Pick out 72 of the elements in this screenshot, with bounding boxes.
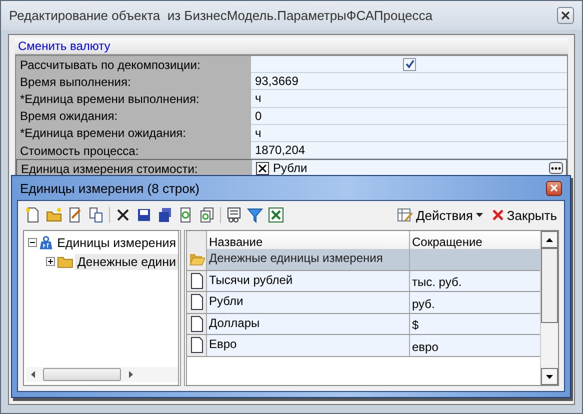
table-cell: Тысячи рублей [207,270,410,291]
ellipsis-icon [551,166,561,170]
row-header[interactable] [187,270,207,291]
clear-icon[interactable] [256,162,269,175]
document-icon [190,337,202,354]
horizontal-scrollbar[interactable] [26,367,178,382]
property-value[interactable]: ч [255,126,262,140]
property-value[interactable]: 0 [255,108,262,123]
tree-item[interactable]: Единицы измерения [55,234,178,250]
column-header[interactable]: Сокращение [410,231,540,249]
row-header[interactable] [187,335,207,356]
close-icon [550,184,558,192]
property-value[interactable]: Рубли [273,161,308,176]
new-document-icon[interactable] [25,207,41,223]
table-cell: Денежные единицы измерения [207,249,410,270]
delete-icon[interactable] [115,207,131,223]
weight-icon [39,234,54,252]
vertical-scrollbar[interactable] [540,231,558,385]
document-icon [190,294,202,310]
caret-icon [476,213,483,217]
ellipsis-button[interactable] [549,162,563,174]
folder-icon [57,254,74,268]
document-icon [190,316,202,332]
row-header[interactable] [187,292,207,312]
scroll-left-icon[interactable] [31,371,35,378]
scroll-right-icon[interactable] [129,371,133,378]
collapse-icon[interactable] [28,238,37,247]
table-row[interactable]: Тысячи рублей тыс. руб. [187,270,540,292]
refresh-all-icon[interactable] [199,207,215,223]
up-arrow-icon [546,238,553,242]
header-corner [187,231,207,249]
report-icon[interactable] [226,207,242,223]
new-folder-icon[interactable] [46,207,62,223]
document-icon [190,272,202,289]
row-header[interactable] [187,314,207,334]
property-value[interactable]: ч [255,91,262,106]
tree-item[interactable]: Денежные едини [75,254,178,270]
dialog-title: Единицы измерения (8 строк) [20,180,200,196]
property-value[interactable]: 1870,204 [255,143,306,158]
change-currency-link[interactable]: Сменить валюту [18,39,110,53]
spreadsheet-icon[interactable] [268,207,284,223]
close-button[interactable]: Закрыть [490,208,559,222]
table-row[interactable]: Евро евро [187,335,540,356]
table-cell-text: руб. [411,296,436,312]
filter-icon[interactable] [247,207,263,223]
table-cell: Рубли [207,292,410,312]
table-cell: Евро [207,335,410,356]
window-title: Редактирование объекта из БизнесМодель.ПараметрыФСАПроцесса [9,8,434,23]
actions-button[interactable]: Действия [394,208,485,222]
checkbox[interactable] [403,58,416,71]
scroll-down-button[interactable] [541,368,558,385]
table-row[interactable]: Доллары $ [187,314,540,335]
close-icon [492,209,504,221]
save-icon[interactable] [136,207,152,223]
table-cell-text: тыс. руб. [411,274,463,291]
property-value[interactable]: 93,3669 [255,74,298,88]
table-edit-icon [396,208,413,222]
table-cell-text: евро [411,338,440,356]
copy-icon[interactable] [88,207,104,223]
table-cell: Доллары [207,314,410,334]
expand-icon[interactable] [46,257,55,266]
table-row[interactable]: Денежные единицы измерения [187,249,540,270]
save-all-icon[interactable] [157,207,173,223]
close-button[interactable] [557,7,574,24]
open-folder-icon [188,252,204,266]
edit-icon[interactable] [67,207,83,223]
close-button[interactable] [546,180,562,196]
table-row[interactable]: Рубли руб. [187,292,540,314]
down-arrow-icon [546,374,553,378]
close-icon [561,11,570,20]
scroll-up-button[interactable] [541,231,558,248]
table-cell-text: $ [411,317,420,334]
